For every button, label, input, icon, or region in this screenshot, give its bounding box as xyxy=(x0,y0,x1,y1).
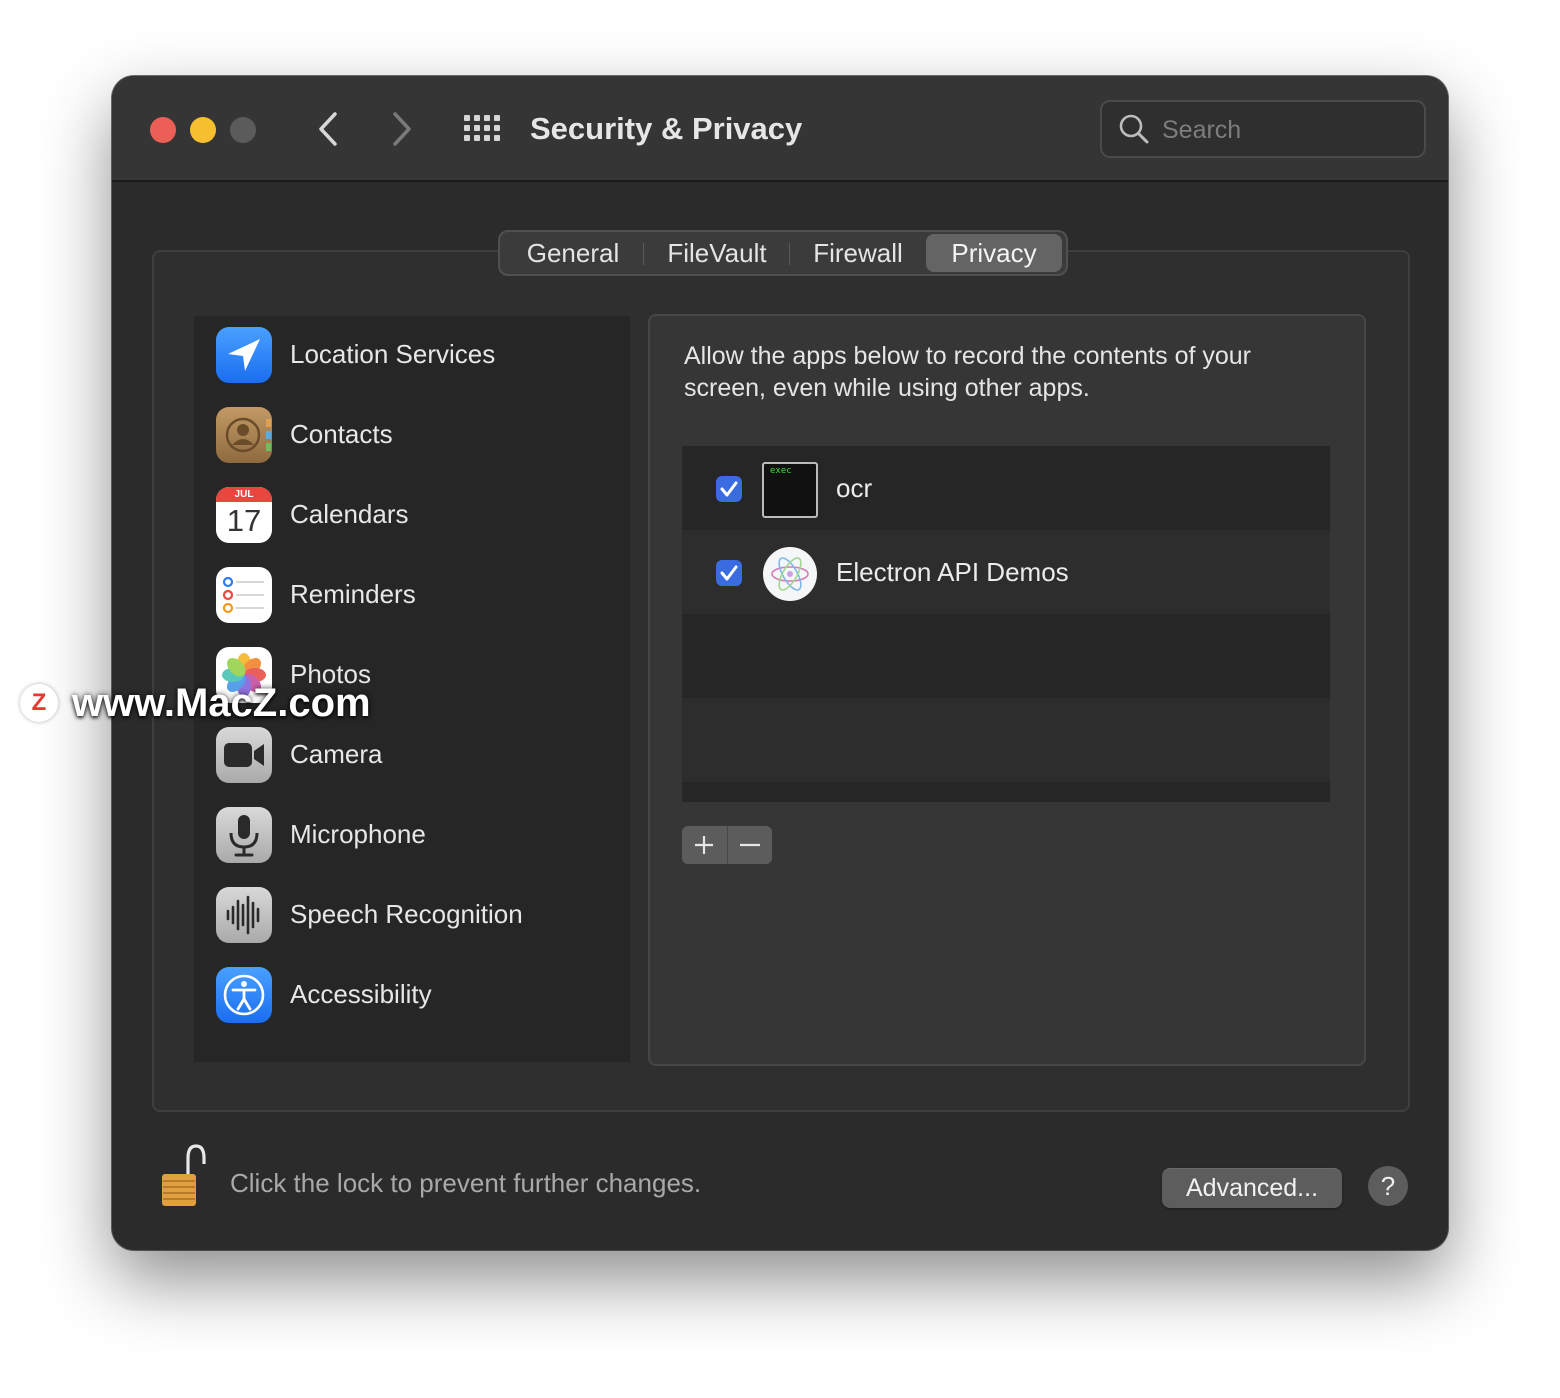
close-window-button[interactable] xyxy=(150,117,176,143)
app-checkbox[interactable] xyxy=(716,560,742,586)
table-row[interactable]: exec ocr xyxy=(682,446,1330,530)
title-bar: Security & Privacy xyxy=(112,76,1448,182)
sidebar-item-label: Accessibility xyxy=(290,979,432,1009)
checkmark-icon xyxy=(720,565,738,581)
show-all-button[interactable] xyxy=(462,106,504,152)
search-icon xyxy=(1119,114,1149,144)
tab-general[interactable]: General xyxy=(502,234,644,272)
table-row xyxy=(682,614,1330,698)
app-list[interactable]: exec ocr Electron API Demos xyxy=(682,446,1330,802)
tab-privacy[interactable]: Privacy xyxy=(926,234,1062,272)
sidebar-item-speech-recognition[interactable]: Speech Recognition xyxy=(194,876,630,956)
add-remove-control xyxy=(682,826,772,864)
sidebar-item-calendars[interactable]: JUL 17 Calendars xyxy=(194,476,630,556)
screen-recording-panel: Allow the apps below to record the conte… xyxy=(648,314,1366,1066)
sidebar-item-accessibility[interactable]: Accessibility xyxy=(194,956,630,1036)
watermark-logo-letter: Z xyxy=(31,689,47,716)
window-title: Security & Privacy xyxy=(530,111,803,146)
speech-recognition-icon xyxy=(216,887,272,943)
help-button[interactable]: ? xyxy=(1368,1166,1408,1206)
sidebar-item-microphone[interactable]: Microphone xyxy=(194,796,630,876)
back-button[interactable] xyxy=(308,106,348,152)
app-name: ocr xyxy=(836,473,873,503)
sidebar-item-location-services[interactable]: Location Services xyxy=(194,316,630,396)
microphone-icon xyxy=(216,807,272,863)
unlocked-padlock-icon xyxy=(162,1144,206,1206)
sidebar-item-label: Speech Recognition xyxy=(290,899,523,929)
sidebar-item-label: Location Services xyxy=(290,339,496,369)
sidebar-item-contacts[interactable]: Contacts xyxy=(194,396,630,476)
location-icon xyxy=(216,327,272,383)
table-row[interactable]: Electron API Demos xyxy=(682,530,1330,614)
calendar-day: 17 xyxy=(226,503,262,538)
checkmark-icon xyxy=(720,481,738,497)
reminders-icon xyxy=(216,567,272,623)
zoom-window-button[interactable] xyxy=(230,117,256,143)
table-row xyxy=(682,698,1330,782)
contacts-icon xyxy=(216,407,272,463)
accessibility-icon xyxy=(216,967,272,1023)
forward-button[interactable] xyxy=(382,106,422,152)
lock-button[interactable] xyxy=(160,1144,212,1212)
exec-label: exec xyxy=(770,466,792,476)
sidebar-item-label: Calendars xyxy=(290,499,409,529)
sidebar-item-reminders[interactable]: Reminders xyxy=(194,556,630,636)
add-app-button[interactable] xyxy=(682,826,728,864)
lock-status-text: Click the lock to prevent further change… xyxy=(230,1168,702,1198)
app-name: Electron API Demos xyxy=(836,557,1069,587)
grid-icon xyxy=(464,115,500,141)
app-checkbox[interactable] xyxy=(716,476,742,502)
camera-icon xyxy=(216,727,272,783)
calendar-month: JUL xyxy=(216,487,272,502)
search-input[interactable] xyxy=(1160,102,1414,158)
remove-app-button[interactable] xyxy=(728,826,773,864)
tab-bar: General FileVault Firewall Privacy xyxy=(498,230,1068,276)
security-privacy-window: Security & Privacy General FileVault Fir… xyxy=(112,76,1448,1250)
watermark-logo: Z xyxy=(20,684,58,722)
chevron-right-icon xyxy=(393,112,411,146)
watermark-text: www.MacZ.com xyxy=(72,680,371,725)
sidebar-item-label: Reminders xyxy=(290,579,416,609)
terminal-exec-icon: exec xyxy=(762,462,818,518)
panel-description: Allow the apps below to record the conte… xyxy=(684,342,1251,402)
sidebar-item-label: Contacts xyxy=(290,419,393,449)
tab-firewall[interactable]: Firewall xyxy=(790,234,926,272)
advanced-button[interactable]: Advanced... xyxy=(1162,1168,1342,1208)
plus-icon xyxy=(695,836,714,854)
minus-icon xyxy=(739,843,760,847)
watermark: Z www.MacZ.com xyxy=(20,678,371,728)
minimize-window-button[interactable] xyxy=(190,117,216,143)
sidebar-item-label: Microphone xyxy=(290,819,426,849)
tab-filevault[interactable]: FileVault xyxy=(644,234,790,272)
calendar-icon: JUL 17 xyxy=(216,487,272,543)
chevron-left-icon xyxy=(319,112,337,146)
electron-icon xyxy=(762,546,818,602)
search-field[interactable] xyxy=(1100,100,1426,158)
sidebar-item-camera[interactable]: Camera xyxy=(194,716,630,796)
